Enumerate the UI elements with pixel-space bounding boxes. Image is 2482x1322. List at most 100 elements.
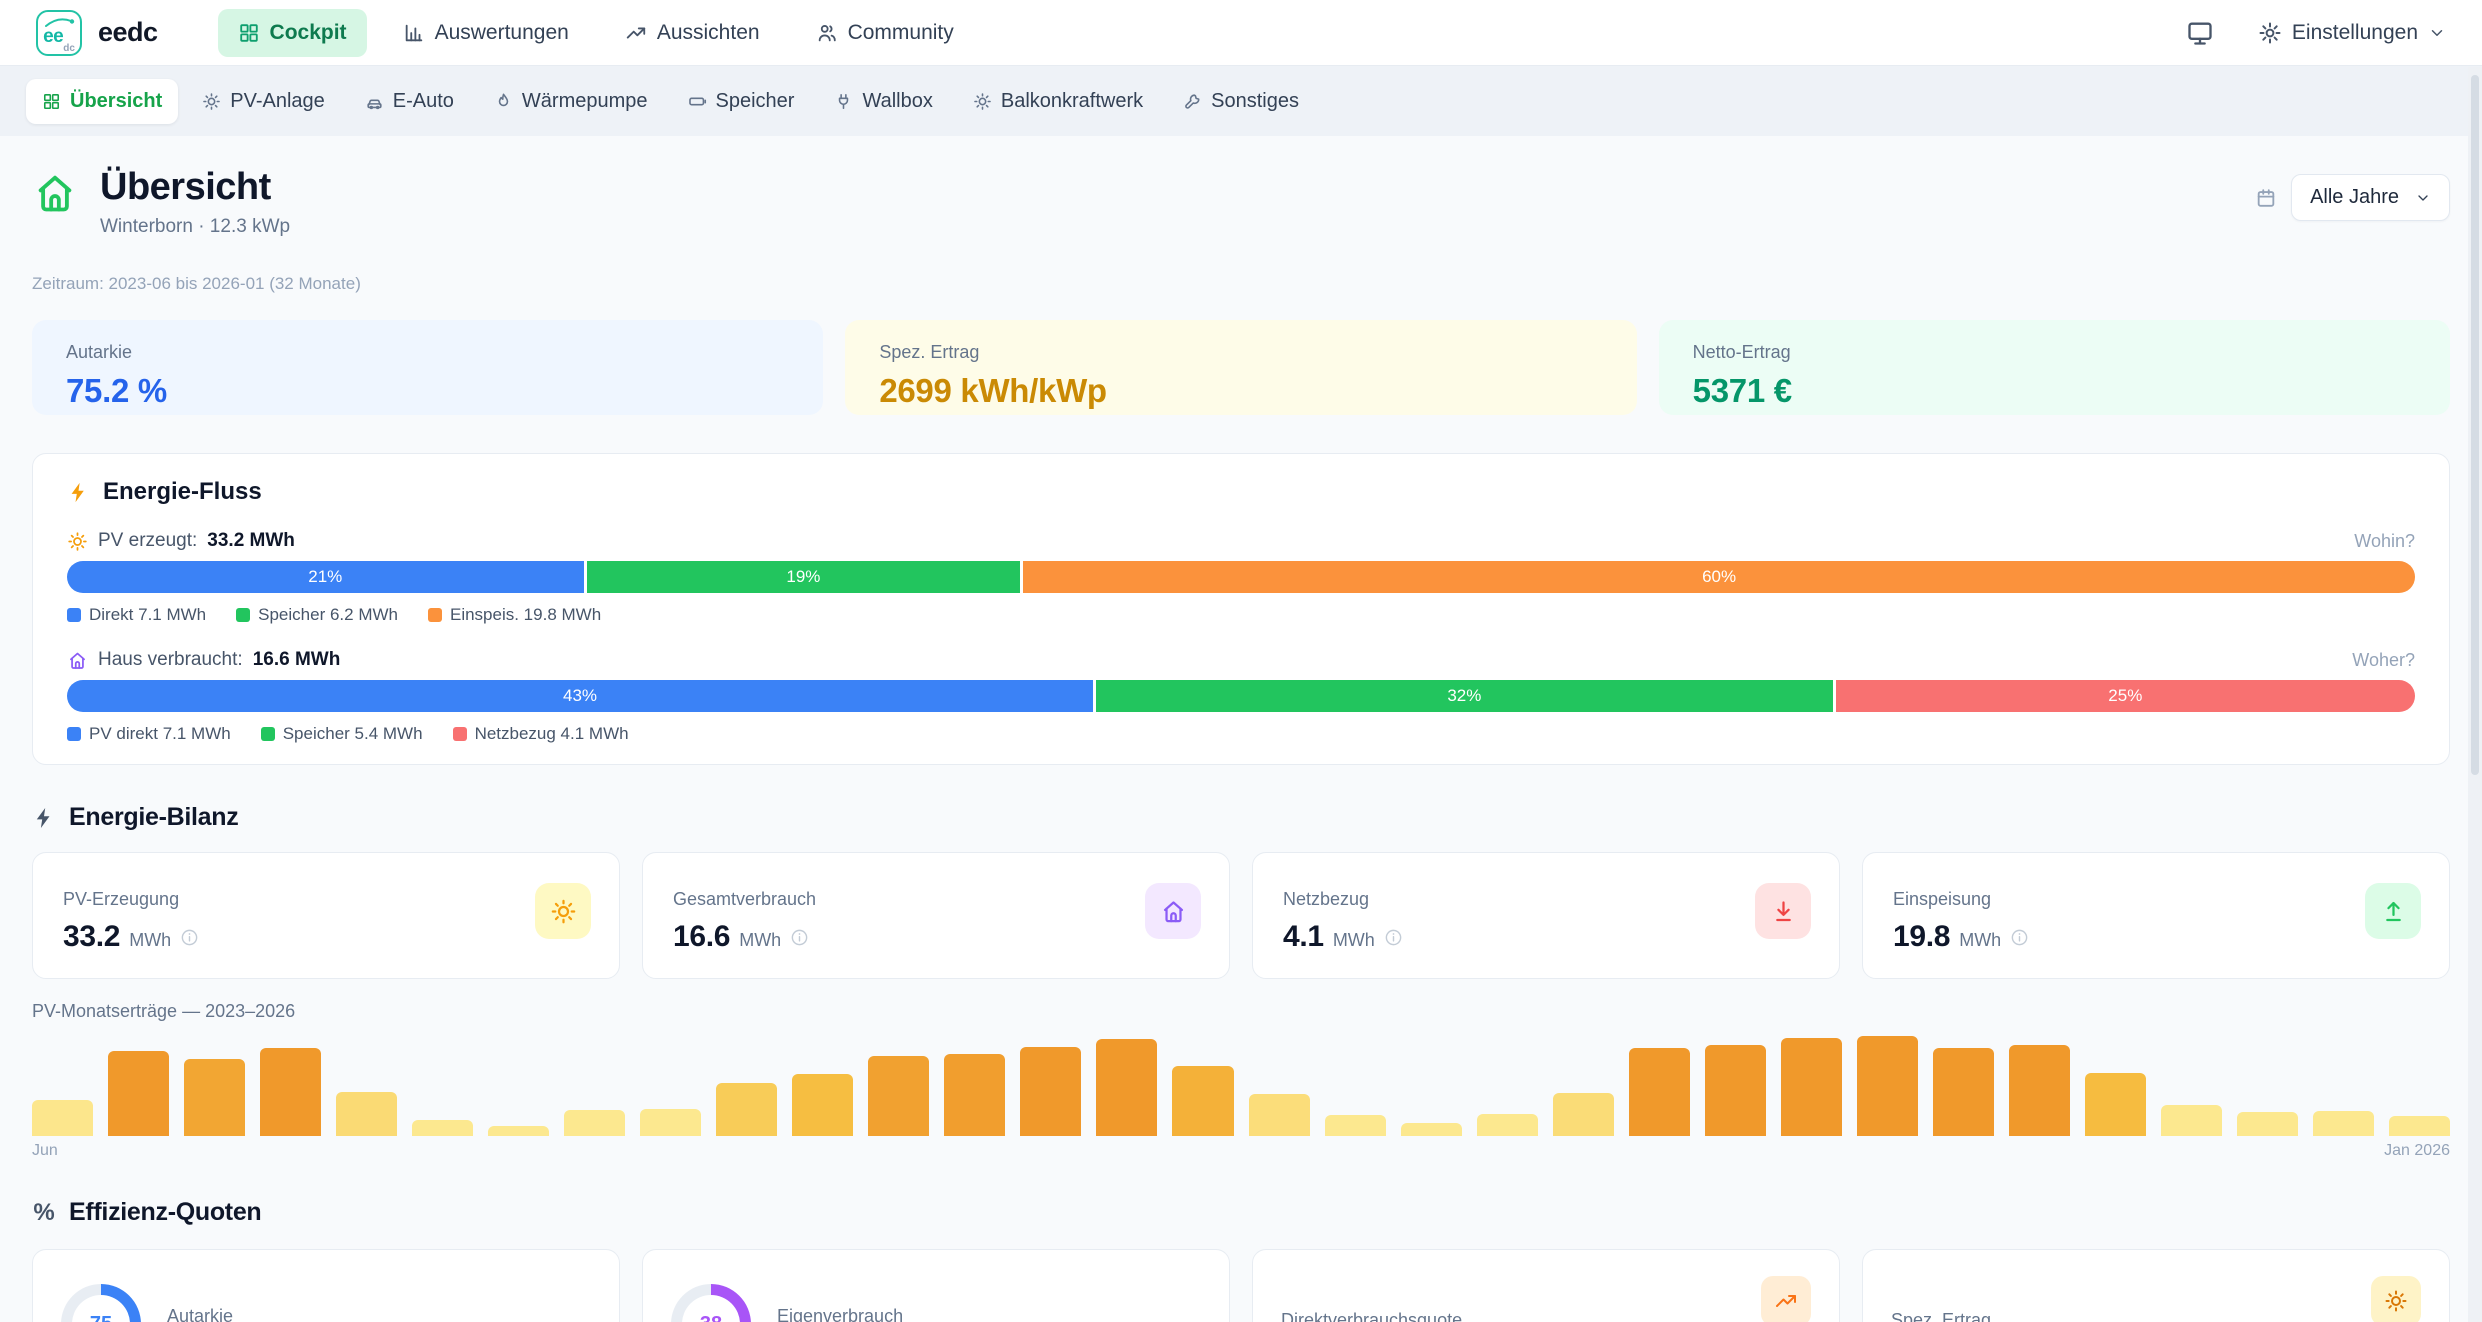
efficiency-card-icon-chip <box>2371 1276 2421 1322</box>
balance-card-unit: MWh <box>129 930 171 951</box>
sun-icon <box>67 531 88 552</box>
logo-text: ee <box>43 27 63 46</box>
sub-nav-label: Speicher <box>716 90 795 113</box>
chart-x-axis: Jun Jan 2026 <box>32 1142 2450 1160</box>
balance-card-value-row: 4.1MWh <box>1283 920 1809 954</box>
flow-segment: 32% <box>1093 680 1833 712</box>
flow-segment: 60% <box>1020 561 2415 593</box>
chart-bar <box>944 1054 1005 1136</box>
energy-balance-heading: Energie-Bilanz <box>32 803 2450 832</box>
app-logo[interactable]: eedc <box>36 10 82 56</box>
info-icon[interactable] <box>1384 928 1403 947</box>
balance-card-label: Netzbezug <box>1283 889 1809 910</box>
legend-item: Speicher 5.4 MWh <box>261 724 423 744</box>
download-icon <box>1770 898 1797 925</box>
info-icon[interactable] <box>180 928 199 947</box>
people-icon <box>816 22 838 44</box>
house-icon <box>1160 898 1187 925</box>
top-nav-item-cockpit[interactable]: Cockpit <box>218 9 367 57</box>
gear-icon <box>2258 21 2282 45</box>
top-nav-item-community[interactable]: Community <box>796 9 974 57</box>
efficiency-cards: 75Autarkie75.2 %Unabhängigkeit38Eigenver… <box>32 1249 2450 1322</box>
flow-row-header: Haus verbraucht: 16.6 MWh Woher? <box>67 649 2415 671</box>
efficiency-card-autarkie: 75Autarkie75.2 %Unabhängigkeit <box>32 1249 620 1322</box>
display-icon[interactable] <box>2186 19 2214 47</box>
chart-bar <box>2085 1073 2146 1136</box>
chart-bar <box>2313 1111 2374 1136</box>
legend-item: Netzbezug 4.1 MWh <box>453 724 629 744</box>
sub-nav-item-e-auto[interactable]: E-Auto <box>349 79 470 124</box>
sub-nav-item-sonstiges[interactable]: Sonstiges <box>1167 79 1315 124</box>
top-bar: eedc eedc Cockpit Auswertungen Aussichten C… <box>0 0 2482 66</box>
chart-bar <box>1325 1115 1386 1136</box>
balance-card-unit: MWh <box>739 930 781 951</box>
sub-nav-label: Sonstiges <box>1211 90 1299 113</box>
flow-segment-label: 43% <box>563 686 597 706</box>
balance-card-value-row: 33.2 MWh <box>63 920 589 954</box>
info-icon[interactable] <box>2010 928 2029 947</box>
chevron-down-icon <box>2415 190 2431 206</box>
sub-nav-label: Wallbox <box>862 90 932 113</box>
info-icon[interactable] <box>790 928 809 947</box>
chart-title: PV-Monatserträge — 2023–2026 <box>32 1001 2450 1022</box>
flow-row-value: 16.6 MWh <box>253 649 341 671</box>
flow-row-hint: Woher? <box>2352 650 2415 671</box>
efficiency-card-text: Direktverbrauchsquote21.5%Ohne Speicher-… <box>1281 1276 1811 1322</box>
upload-icon <box>2380 898 2407 925</box>
period-select[interactable]: Alle Jahre <box>2291 174 2450 221</box>
chart-bar <box>868 1056 929 1136</box>
legend-item: PV direkt 7.1 MWh <box>67 724 231 744</box>
legend-swatch <box>67 727 81 741</box>
pv-monthly-bar-chart <box>32 1036 2450 1136</box>
percent-icon: % <box>32 1199 56 1227</box>
top-nav-item-auswertungen[interactable]: Auswertungen <box>383 9 589 57</box>
progress-ring: 38 <box>671 1284 751 1322</box>
legend-label: Netzbezug 4.1 MWh <box>475 724 629 744</box>
chart-bar <box>1401 1123 1462 1136</box>
legend-label: Einspeis. 19.8 MWh <box>450 605 601 625</box>
top-nav-label: Cockpit <box>270 21 347 45</box>
topbar-actions: Einstellungen <box>2186 19 2446 47</box>
bolt-icon <box>67 481 90 504</box>
top-nav-item-aussichten[interactable]: Aussichten <box>605 9 780 57</box>
legend-label: Speicher 5.4 MWh <box>283 724 423 744</box>
bolt-icon <box>32 806 56 830</box>
sub-nav-item-wärmepumpe[interactable]: Wärmepumpe <box>478 79 664 124</box>
kpi-label: Netto-Ertrag <box>1693 342 2416 363</box>
axis-label-right: Jan 2026 <box>2384 1142 2450 1160</box>
flow-segment-label: 19% <box>786 567 820 587</box>
sub-nav-label: Übersicht <box>70 90 162 113</box>
balance-card-value: 19.8 <box>1893 920 1950 954</box>
kpi-card-autarkie: Autarkie75.2 % <box>32 320 823 415</box>
efficiency-card-spez-ertrag: Spez. Ertrag2699kWh/kWpAnlageneffizienz <box>1862 1249 2450 1322</box>
chart-bar <box>1705 1045 1766 1136</box>
energy-balance-cards: PV-Erzeugung33.2MWhGesamtverbrauch16.6MW… <box>32 852 2450 979</box>
energy-flow-title: Energie-Fluss <box>103 478 262 506</box>
scrollbar-track[interactable] <box>2468 67 2482 1322</box>
flow-row-label: Haus verbraucht: <box>98 649 243 671</box>
settings-button[interactable]: Einstellungen <box>2258 21 2446 45</box>
kpi-label: Autarkie <box>66 342 789 363</box>
trending-up-icon <box>1774 1289 1798 1313</box>
balance-card-icon-chip <box>1145 883 1201 939</box>
legend-item: Einspeis. 19.8 MWh <box>428 605 601 625</box>
scrollbar-thumb[interactable] <box>2471 75 2479 775</box>
timerange-text: Zeitraum: 2023-06 bis 2026-01 (32 Monate… <box>32 274 2450 294</box>
balance-card-einspeisung: Einspeisung19.8MWh <box>1862 852 2450 979</box>
app-window: eedc eedc Cockpit Auswertungen Aussichten C… <box>0 0 2482 1322</box>
sub-nav-item-übersicht[interactable]: Übersicht <box>26 79 178 124</box>
main-content: Übersicht Winterborn · 12.3 kWp Alle Jah… <box>0 166 2482 1322</box>
balance-card-label: Gesamtverbrauch <box>673 889 1199 910</box>
sub-nav-item-balkonkraftwerk[interactable]: Balkonkraftwerk <box>957 79 1159 124</box>
balance-card-value: 33.2 <box>63 920 120 954</box>
house-icon <box>32 170 78 216</box>
efficiency-title: Effizienz-Quoten <box>69 1198 261 1227</box>
balance-card-value: 4.1 <box>1283 920 1324 954</box>
brand-name: eedc <box>98 17 158 48</box>
sub-nav-item-speicher[interactable]: Speicher <box>672 79 811 124</box>
sub-nav-item-wallbox[interactable]: Wallbox <box>818 79 948 124</box>
kpi-card-netto-ertrag: Netto-Ertrag5371 € <box>1659 320 2450 415</box>
flow-segment-label: 32% <box>1447 686 1481 706</box>
sub-nav-item-pv-anlage[interactable]: PV-Anlage <box>186 79 341 124</box>
balance-card-value-row: 16.6MWh <box>673 920 1199 954</box>
